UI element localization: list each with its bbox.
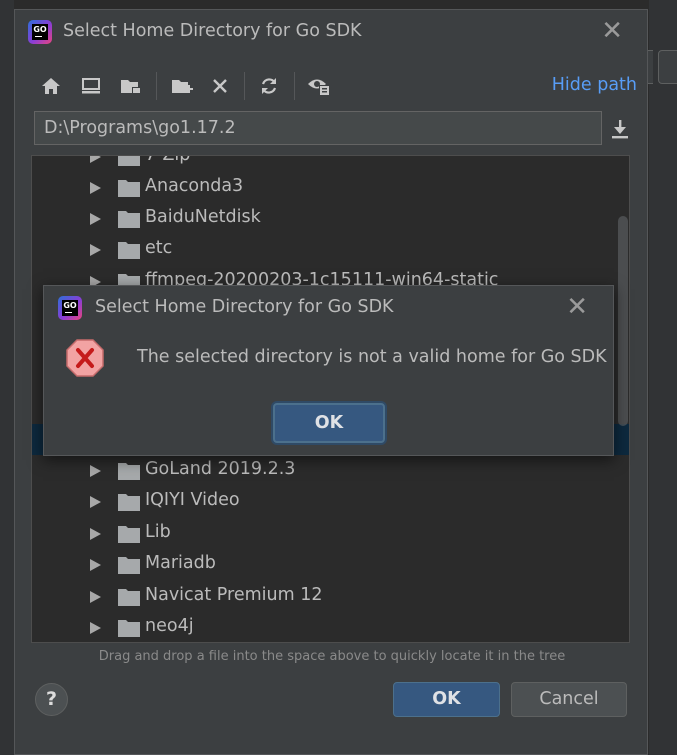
expand-arrow-icon[interactable] (90, 213, 101, 225)
tree-row[interactable]: 7-Zip (32, 155, 629, 173)
tree-row[interactable]: neo4j (32, 613, 629, 642)
alert-title: Select Home Directory for Go SDK (95, 297, 394, 317)
folder-icon (118, 463, 140, 480)
alert-close-button[interactable]: ✕ (566, 294, 588, 320)
delete-icon (213, 79, 227, 93)
folder-icon (118, 589, 140, 606)
desktop-button[interactable] (77, 70, 105, 102)
expand-arrow-icon[interactable] (90, 465, 101, 477)
dialog-close-button[interactable]: ✕ (601, 18, 623, 44)
folder-icon (118, 180, 140, 197)
dialog-titlebar: GO Select Home Directory for Go SDK ✕ (15, 10, 647, 54)
tree-row[interactable]: etc (32, 235, 629, 266)
refresh-icon (261, 78, 277, 94)
error-alert-dialog: GO Select Home Directory for Go SDK ✕ Th… (43, 285, 614, 456)
tree-row[interactable]: BaiduNetdisk (32, 204, 629, 235)
folder-icon (118, 242, 140, 259)
help-button[interactable]: ? (35, 683, 68, 716)
hide-path-link[interactable]: Hide path (552, 75, 637, 95)
folder-icon (118, 557, 140, 574)
cancel-button[interactable]: Cancel (511, 682, 627, 717)
tree-row[interactable]: GoLand 2019.2.3 (32, 456, 629, 487)
background-ide-left (0, 0, 14, 755)
goland-app-icon: GO (28, 20, 52, 44)
desktop-icon (82, 78, 100, 94)
tree-row-label: 7-Zip (145, 155, 191, 165)
folder-icon (118, 211, 140, 228)
delete-button[interactable] (206, 70, 234, 102)
background-ide-right (649, 0, 677, 755)
show-hidden-button[interactable] (305, 70, 333, 102)
background-button-fragment (658, 50, 677, 84)
project-folder-button[interactable] (117, 70, 145, 102)
expand-arrow-icon[interactable] (90, 496, 101, 508)
tree-row-label: Mariadb (145, 553, 216, 573)
tree-row-label: IQIYI Video (145, 490, 240, 510)
project-folder-icon (121, 80, 141, 94)
goland-app-icon: GO (58, 296, 82, 320)
error-icon (66, 339, 104, 377)
ok-button[interactable]: OK (393, 682, 500, 717)
expand-arrow-icon[interactable] (90, 622, 101, 634)
tree-row-label: neo4j (145, 616, 194, 636)
path-input[interactable]: D:\Programs\go1.17.2 (34, 111, 602, 145)
tree-row-label: Navicat Premium 12 (145, 585, 323, 605)
tree-row-label: BaiduNetdisk (145, 207, 261, 227)
expand-arrow-icon[interactable] (90, 559, 101, 571)
new-folder-button[interactable] (168, 70, 196, 102)
tree-row[interactable]: Mariadb (32, 550, 629, 581)
folder-icon (118, 156, 140, 166)
tree-scrollbar[interactable] (618, 216, 628, 426)
toolbar-separator (244, 72, 245, 100)
tree-row-label: Lib (145, 522, 171, 542)
folder-icon (118, 494, 140, 511)
folder-icon (118, 620, 140, 637)
expand-arrow-icon[interactable] (90, 156, 101, 163)
toolbar-separator (294, 72, 295, 100)
show-hidden-icon (308, 79, 330, 96)
toolbar-separator (156, 72, 157, 100)
new-folder-icon (172, 80, 193, 93)
tree-row-label: etc (145, 238, 173, 258)
expand-arrow-icon[interactable] (90, 244, 101, 256)
tree-row[interactable]: Navicat Premium 12 (32, 582, 629, 613)
download-button[interactable] (605, 116, 635, 142)
folder-icon (118, 526, 140, 543)
tree-row[interactable]: Anaconda3 (32, 173, 629, 204)
alert-message: The selected directory is not a valid ho… (137, 347, 607, 367)
app-icon-text: GO (62, 300, 78, 316)
file-chooser-toolbar: Hide path (37, 70, 637, 102)
alert-ok-button[interactable]: OK (273, 403, 385, 443)
expand-arrow-icon[interactable] (90, 182, 101, 194)
app-icon-text: GO (32, 24, 48, 40)
expand-arrow-icon[interactable] (90, 591, 101, 603)
refresh-button[interactable] (255, 70, 283, 102)
tree-row[interactable]: Lib (32, 519, 629, 550)
dialog-title: Select Home Directory for Go SDK (63, 21, 362, 41)
tree-row-label: GoLand 2019.2.3 (145, 459, 296, 479)
expand-arrow-icon[interactable] (90, 528, 101, 540)
tree-row[interactable]: IQIYI Video (32, 487, 629, 518)
home-icon (42, 78, 60, 94)
drag-drop-hint: Drag and drop a file into the space abov… (98, 649, 566, 664)
download-icon (612, 120, 628, 139)
tree-row-label: Anaconda3 (145, 176, 244, 196)
home-button[interactable] (37, 70, 65, 102)
